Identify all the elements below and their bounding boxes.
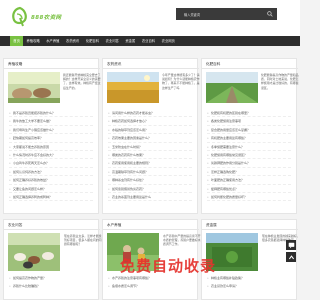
nav-item[interactable]: 养殖攻略 — [23, 36, 43, 46]
list-item[interactable]: 请问用什么样的农药才能杀虫？ — [108, 109, 192, 118]
search-icon[interactable] — [267, 11, 273, 17]
list-item[interactable]: 养殖什么比较赚钱？ — [9, 282, 93, 290]
list-item[interactable]: 我不是养殖员能把养殖的什么？ — [9, 109, 93, 118]
nav-item[interactable]: 农业网页 — [158, 36, 178, 46]
section-title[interactable]: 农药资讯 — [107, 62, 121, 67]
list-item[interactable]: 化肥施用有哪些常见误区？ — [207, 151, 291, 160]
list-item[interactable]: 种植业有哪些补贴政策？ — [207, 274, 291, 282]
feature-summary: 化肥能够提高作物的产量和品质，同时对土地来说，化肥怎样施用才是比较好的，有哪些误… — [261, 73, 299, 90]
list-item[interactable]: 大家都说不能去养殖的原因 — [9, 143, 93, 151]
search-input[interactable]: 输入关键词 — [184, 12, 200, 17]
list-item[interactable]: 哪种杀虫剂有什么好处？ — [108, 176, 192, 185]
chat-icon — [288, 242, 294, 248]
list-item[interactable]: 农业贷款怎么申请？ — [207, 282, 291, 290]
site-logo[interactable]: 888农资网 — [11, 6, 71, 30]
leaf-logo-icon — [12, 6, 27, 27]
feature-summary: 今年产量这样能有多少了？请说如何？为什么就能种植农作物了，再来不不能种植了。是这… — [162, 73, 200, 90]
list-item[interactable]: 我牛的放工大学不要怎么做？ — [9, 117, 93, 126]
list-item[interactable]: 哪类的农药有什么效果？ — [108, 151, 192, 160]
nav-item[interactable]: 农药资讯 — [63, 36, 83, 46]
section-card: 农业问答 现在养殖业太多，怎样才能找到好项目，很多人都在问的问题有哪些呢？ 如何… — [3, 219, 102, 300]
section-title[interactable]: 养殖攻略 — [8, 62, 22, 67]
main-nav: 首页 养殖攻略 水产养殖 农药资讯 化肥百科 农业问答 资金属 农业百科 农业网… — [0, 36, 300, 46]
list-item[interactable]: 赶快期如何提高效率？ — [9, 134, 93, 143]
list-item[interactable]: 种植农药如何选择才放心？ — [108, 117, 192, 126]
section-feature: 现在养殖业太多，怎样才能找到好项目，很多人都在问的问题有哪些呢？ — [8, 233, 108, 273]
section-title[interactable]: 资金属 — [206, 223, 217, 228]
list-item[interactable]: 缓释肥有哪些优点？ — [207, 185, 291, 193]
list-item[interactable]: 玉米防虫在什么时候？ — [108, 143, 192, 151]
list-item[interactable]: 叶面肥的正确使用方法？ — [207, 176, 291, 185]
article-list: 如何提高农作物的产量？ 养殖什么比较赚钱？ — [9, 274, 93, 290]
list-item[interactable]: 如何鉴别假冒伪劣农药？ — [108, 185, 192, 193]
section-title[interactable]: 化肥百科 — [206, 62, 220, 67]
logo-text: 888农资网 — [31, 15, 62, 21]
section-feature: 今年产量这样能有多少了？请说如何？为什么就能种植农作物了，再来不不能种植了。是这… — [107, 72, 215, 104]
list-item[interactable]: 鱼塘水质怎么调节？ — [108, 282, 192, 290]
list-item[interactable]: 各类化肥施用注意事项 — [207, 117, 291, 126]
nav-item[interactable]: 农业问答 — [102, 36, 122, 46]
arrow-up-icon — [288, 254, 294, 259]
section-title[interactable]: 农业问答 — [8, 223, 22, 228]
feature-summary: 现在养殖业太多，怎样才能找到好项目，很多人都在问的问题有哪些呢？ — [64, 234, 102, 247]
feature-summary: 现在种植业发展的越来越好，很多农民都选择种植致富。 — [262, 234, 300, 243]
nav-item[interactable]: 化肥百科 — [83, 36, 103, 46]
list-item[interactable]: 小白鸡牛养死两天怎么办？ — [9, 159, 93, 168]
nav-item[interactable]: 水产养殖 — [43, 36, 63, 46]
list-item[interactable]: 如何认识饲养的方法？ — [9, 168, 93, 177]
list-item[interactable]: 如何正确养好养殖的效益？ — [9, 176, 93, 185]
list-item[interactable]: 水稻的除草剂应该怎么用？ — [108, 126, 192, 135]
chat-button[interactable] — [286, 240, 296, 250]
nav-item[interactable]: 农业百科 — [139, 36, 159, 46]
list-item[interactable]: 氮磷钾肥的作用分别是什么？ — [207, 159, 291, 168]
feature-image[interactable] — [107, 72, 159, 103]
list-item[interactable]: 农药使用使用和主要的规则？ — [108, 159, 192, 168]
section-title[interactable]: 水产养殖 — [107, 223, 121, 228]
search-box[interactable]: 输入关键词 — [176, 8, 277, 20]
article-list: 请问用什么样的农药才能杀虫？ 种植农药如何选择才放心？ 水稻的除草剂应该怎么用？… — [108, 109, 192, 202]
list-item[interactable]: 复合肥的用量应该怎么掌握？ — [207, 126, 291, 135]
section-card: 养殖攻略 我还能够开始种植完全要去了解的？这样开采全意义的需要了，这样有效。种植… — [3, 58, 101, 214]
section-feature: 化肥能够提高作物的产量和品质，同时对土地来说，化肥怎样施用才是比较好的，有哪些误… — [206, 72, 314, 104]
list-item[interactable]: 什么情况时养牛应不会好的大？ — [9, 151, 93, 160]
list-item[interactable]: 农药效果主要的因素是什么？ — [108, 134, 192, 143]
section-card: 化肥百科 化肥能够提高作物的产量和品质，同时对土地来说，化肥怎样施用才是比较好的… — [201, 58, 299, 214]
article-list: 种植业有哪些补贴政策？ 农业贷款怎么申请？ — [207, 274, 291, 290]
list-item[interactable]: 冬季施肥需要注意什么？ — [207, 143, 291, 151]
article-list: 水产养殖的注意事项有哪些？ 鱼塘水质怎么调节？ — [108, 274, 192, 290]
article-list: 化肥和有机肥的区别在哪里？ 各类化肥施用注意事项 复合肥的用量应该怎么掌握？ 有… — [207, 109, 291, 202]
list-item[interactable]: 如何正确选择养鸭的成鸭种？ — [9, 193, 93, 202]
back-to-top-button[interactable] — [286, 252, 296, 262]
list-item[interactable]: 高温期除草剂有什么问题？ — [108, 168, 192, 177]
list-item[interactable]: 又要让鱼的问题怎么样？ — [9, 185, 93, 193]
list-item[interactable]: 农业的杀菌剂主要用途是什么 — [108, 193, 192, 202]
list-item[interactable]: 我们母鸡生产小猪应该做什么？ — [9, 126, 93, 135]
list-item[interactable]: 怎样正确选购化肥？ — [207, 168, 291, 177]
site-header: 888农资网 输入关键词 — [0, 0, 300, 36]
article-list: 我不是养殖员能把养殖的什么？ 我牛的放工大学不要怎么做？ 我们母鸡生产小猪应该做… — [9, 109, 93, 202]
watermark-text: 免费自动收录 — [120, 257, 217, 275]
nav-item-home[interactable]: 首页 — [10, 36, 24, 46]
feature-image[interactable] — [206, 72, 258, 103]
section-card: 农药资讯 今年产量这样能有多少了？请说如何？为什么就能种植农作物了，再来不不能种… — [102, 58, 200, 214]
feature-image[interactable] — [8, 233, 60, 271]
feature-image[interactable] — [8, 72, 60, 103]
list-item[interactable]: 如何提高农作物的产量？ — [9, 274, 93, 282]
section-feature: 我还能够开始种植完全要去了解的？这样开采全意义的需要了，这样有效。种植有产经过后… — [8, 72, 116, 104]
feature-summary: 我还能够开始种植完全要去了解的？这样开采全意义的需要了，这样有效。种植有产经过后… — [63, 73, 101, 90]
list-item[interactable]: 化肥和有机肥的区别在哪里？ — [207, 109, 291, 118]
list-item[interactable]: 有机肥的主要用途有哪些？ — [207, 134, 291, 143]
nav-item[interactable]: 资金属 — [122, 36, 138, 46]
list-item[interactable]: 如何判断化肥的质量好坏？ — [207, 193, 291, 202]
